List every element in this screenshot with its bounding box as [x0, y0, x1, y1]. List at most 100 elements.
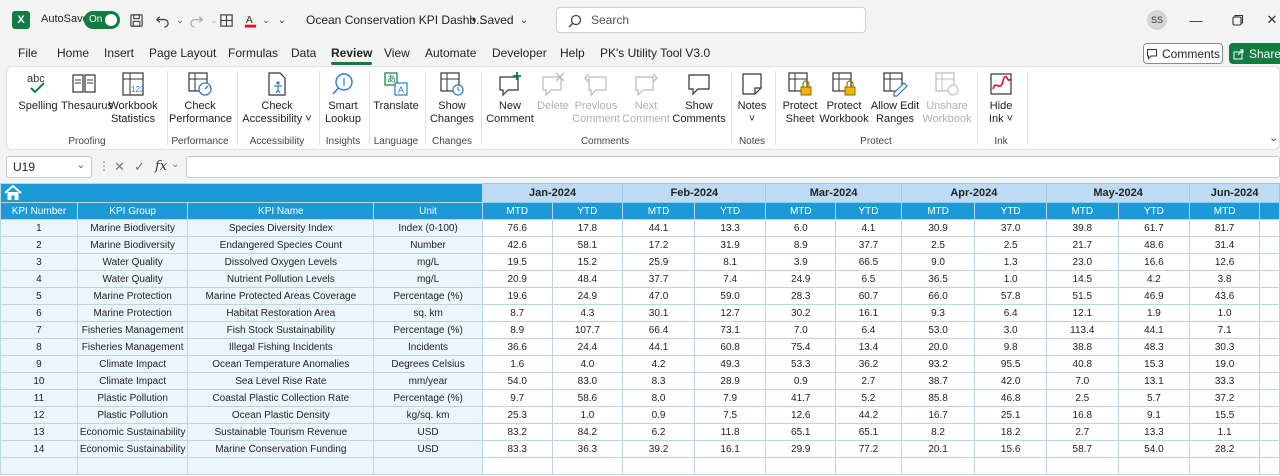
value-cell[interactable]: 48.4	[551, 270, 624, 288]
value-cell[interactable]: 8.0	[622, 389, 695, 407]
empty-cell[interactable]	[187, 457, 375, 475]
empty-cell[interactable]	[835, 457, 902, 475]
value-cell[interactable]: 8.3	[622, 372, 695, 390]
value-cell[interactable]: 9.8	[974, 338, 1047, 356]
overflow-cell[interactable]	[1258, 406, 1280, 424]
value-cell[interactable]: 12.7	[693, 304, 767, 322]
kpi-number-cell[interactable]: 2	[0, 236, 78, 254]
show-changes-button[interactable]: Show Changes	[427, 71, 477, 126]
unit-cell[interactable]: mg/L	[373, 270, 483, 288]
value-cell[interactable]: 30.3	[1189, 338, 1260, 356]
value-cell[interactable]: 0.9	[765, 372, 837, 390]
value-cell[interactable]: 24.9	[765, 270, 837, 288]
value-cell[interactable]: 8.1	[693, 253, 767, 271]
home-cell[interactable]	[0, 183, 483, 203]
value-cell[interactable]: 77.2	[835, 440, 902, 458]
value-cell[interactable]: 3.8	[1189, 270, 1260, 288]
tab-review[interactable]: Review	[331, 46, 373, 65]
collapse-ribbon-icon[interactable]: ⌄	[1269, 131, 1278, 144]
value-cell[interactable]: 66.5	[835, 253, 902, 271]
more-options-icon[interactable]: ⋮	[98, 159, 110, 173]
value-cell[interactable]: 19.6	[481, 287, 553, 305]
value-cell[interactable]: 25.9	[622, 253, 695, 271]
name-box-dropdown-icon[interactable]: ⌄	[77, 160, 85, 171]
value-cell[interactable]: 37.7	[835, 236, 902, 254]
kpi-number-cell[interactable]: 8	[0, 338, 78, 356]
tab-help[interactable]: Help	[560, 46, 585, 60]
header-may-ytd[interactable]: YTD	[1117, 202, 1191, 220]
value-cell[interactable]: 3.0	[974, 321, 1047, 339]
value-cell[interactable]: 7.0	[1045, 372, 1119, 390]
translate-button[interactable]: あA Translate	[371, 71, 421, 113]
overflow-cell[interactable]	[1258, 236, 1280, 254]
unit-cell[interactable]: mm/year	[373, 372, 483, 390]
tab-automate[interactable]: Automate	[425, 46, 476, 60]
value-cell[interactable]: 58.6	[551, 389, 624, 407]
document-title[interactable]: Ocean Conservation KPI Dashb...	[306, 13, 486, 27]
saved-status[interactable]: • Saved	[472, 13, 514, 27]
kpi-group-cell[interactable]: Water Quality	[76, 270, 189, 288]
header-feb-ytd[interactable]: YTD	[693, 202, 767, 220]
value-cell[interactable]: 2.5	[1045, 389, 1119, 407]
kpi-group-cell[interactable]: Plastic Pollution	[76, 406, 189, 424]
header-jan-ytd[interactable]: YTD	[551, 202, 624, 220]
value-cell[interactable]: 23.0	[1045, 253, 1119, 271]
value-cell[interactable]: 66.4	[622, 321, 695, 339]
value-cell[interactable]: 20.9	[481, 270, 553, 288]
value-cell[interactable]: 17.8	[551, 219, 624, 237]
empty-cell[interactable]	[974, 457, 1047, 475]
overflow-cell[interactable]	[1258, 355, 1280, 373]
value-cell[interactable]: 39.8	[1045, 219, 1119, 237]
header-apr-ytd[interactable]: YTD	[974, 202, 1047, 220]
kpi-number-cell[interactable]: 11	[0, 389, 78, 407]
value-cell[interactable]: 2.5	[900, 236, 976, 254]
value-cell[interactable]: 21.7	[1045, 236, 1119, 254]
value-cell[interactable]: 84.2	[551, 423, 624, 441]
smart-lookup-button[interactable]: Smart Lookup	[321, 71, 365, 126]
unit-cell[interactable]: USD	[373, 440, 483, 458]
value-cell[interactable]: 60.7	[835, 287, 902, 305]
enter-icon[interactable]: ✓	[134, 159, 145, 175]
value-cell[interactable]: 2.7	[835, 372, 902, 390]
unit-cell[interactable]: Percentage (%)	[373, 287, 483, 305]
workbook-statistics-button[interactable]: 123 Workbook Statistics	[107, 71, 159, 126]
empty-cell[interactable]	[1258, 457, 1280, 475]
overflow-cell[interactable]	[1258, 321, 1280, 339]
header-kpi-name[interactable]: KPI Name	[187, 202, 375, 220]
value-cell[interactable]: 8.9	[481, 321, 553, 339]
value-cell[interactable]: 7.5	[693, 406, 767, 424]
kpi-group-cell[interactable]: Economic Sustainability	[76, 423, 189, 441]
value-cell[interactable]: 1.0	[1189, 304, 1260, 322]
kpi-name-cell[interactable]: Coastal Plastic Collection Rate	[187, 389, 375, 407]
header-jun-mtd[interactable]: MTD	[1189, 202, 1260, 220]
value-cell[interactable]: 6.5	[835, 270, 902, 288]
value-cell[interactable]: 17.2	[622, 236, 695, 254]
kpi-number-cell[interactable]: 1	[0, 219, 78, 237]
kpi-name-cell[interactable]: Sustainable Tourism Revenue	[187, 423, 375, 441]
value-cell[interactable]: 66.0	[900, 287, 976, 305]
value-cell[interactable]: 20.1	[900, 440, 976, 458]
spreadsheet-grid[interactable]: Jan-2024 Feb-2024 Mar-2024 Apr-2024 May-…	[0, 183, 1280, 476]
value-cell[interactable]: 14.5	[1045, 270, 1119, 288]
value-cell[interactable]: 42.6	[481, 236, 553, 254]
value-cell[interactable]: 0.9	[622, 406, 695, 424]
empty-cell[interactable]	[481, 457, 553, 475]
redo-icon[interactable]	[186, 10, 206, 30]
header-mar-mtd[interactable]: MTD	[765, 202, 837, 220]
kpi-group-cell[interactable]: Plastic Pollution	[76, 389, 189, 407]
value-cell[interactable]: 1.1	[1189, 423, 1260, 441]
value-cell[interactable]: 36.3	[551, 440, 624, 458]
value-cell[interactable]: 46.9	[1117, 287, 1191, 305]
value-cell[interactable]: 5.2	[835, 389, 902, 407]
kpi-name-cell[interactable]: Species Diversity Index	[187, 219, 375, 237]
home-icon[interactable]	[3, 184, 23, 202]
value-cell[interactable]: 16.8	[1045, 406, 1119, 424]
value-cell[interactable]: 19.5	[481, 253, 553, 271]
previous-comment-button[interactable]: Previous Comment	[571, 71, 621, 126]
unit-cell[interactable]: kg/sq. km	[373, 406, 483, 424]
insert-function-icon[interactable]: fx	[155, 159, 167, 174]
undo-icon[interactable]	[152, 10, 172, 30]
value-cell[interactable]: 28.2	[1189, 440, 1260, 458]
new-comment-button[interactable]: New Comment	[483, 71, 537, 126]
value-cell[interactable]: 8.2	[900, 423, 976, 441]
